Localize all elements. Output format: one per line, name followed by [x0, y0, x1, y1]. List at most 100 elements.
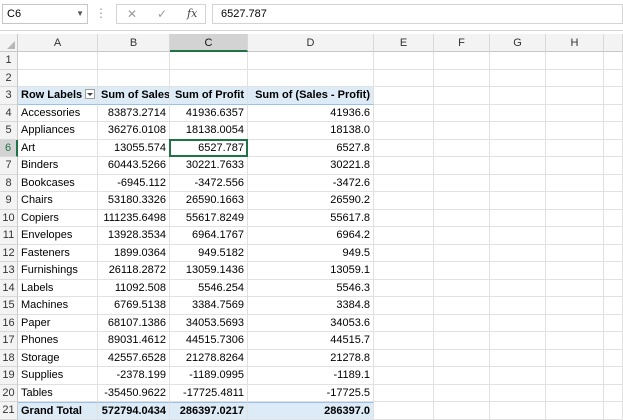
pivot-row-label[interactable]: Binders	[18, 157, 98, 175]
grid-cell[interactable]	[434, 349, 490, 367]
column-header-e[interactable]: E	[374, 34, 434, 52]
grid-cell[interactable]	[490, 157, 546, 175]
grid-cell[interactable]	[374, 297, 434, 315]
pivot-value-cell[interactable]: 41936.6	[248, 104, 374, 122]
row-header[interactable]: 7	[0, 157, 18, 175]
pivot-row-label[interactable]: Copiers	[18, 209, 98, 227]
confirm-icon[interactable]: ✓	[157, 5, 167, 23]
formula-input[interactable]: 6527.787	[212, 4, 623, 24]
pivot-value-cell[interactable]: 13059.1	[248, 262, 374, 280]
grid-cell[interactable]	[374, 157, 434, 175]
row-header[interactable]: 13	[0, 262, 18, 280]
pivot-value-cell[interactable]: 36276.0108	[98, 122, 170, 140]
grid-cell[interactable]	[604, 139, 623, 157]
pivot-value-cell[interactable]: 6527.787	[170, 139, 248, 157]
cancel-icon[interactable]: ✕	[127, 5, 137, 23]
pivot-value-cell[interactable]: -2378.199	[98, 367, 170, 385]
grid-cell[interactable]	[546, 349, 604, 367]
grid-cell[interactable]	[490, 174, 546, 192]
pivot-value-cell[interactable]: -17725.5	[248, 384, 374, 402]
grid-cell[interactable]	[490, 192, 546, 210]
grid-cell[interactable]	[604, 87, 623, 105]
grid-cell[interactable]	[434, 139, 490, 157]
grid-cell[interactable]	[374, 332, 434, 350]
pivot-value-cell[interactable]: -35450.9622	[98, 384, 170, 402]
pivot-value-cell[interactable]: 3384.8	[248, 297, 374, 315]
grid-cell[interactable]	[374, 104, 434, 122]
grid-cell[interactable]	[170, 52, 248, 70]
grid-cell[interactable]	[434, 227, 490, 245]
grid-cell[interactable]	[434, 279, 490, 297]
grid-cell[interactable]	[434, 209, 490, 227]
name-box[interactable]: C6 ▼	[2, 4, 88, 24]
grid-cell[interactable]	[490, 402, 546, 420]
grid-cell[interactable]	[546, 122, 604, 140]
pivot-row-label[interactable]: Envelopes	[18, 227, 98, 245]
grid-cell[interactable]	[546, 52, 604, 70]
row-header[interactable]: 12	[0, 244, 18, 262]
grid-cell[interactable]	[490, 104, 546, 122]
row-header[interactable]: 17	[0, 332, 18, 350]
pivot-value-cell[interactable]: 68107.1386	[98, 314, 170, 332]
grid-cell[interactable]	[490, 87, 546, 105]
pivot-value-cell[interactable]: -1189.0995	[170, 367, 248, 385]
pivot-value-cell[interactable]: 60443.5266	[98, 157, 170, 175]
pivot-row-label[interactable]: Bookcases	[18, 174, 98, 192]
grid-cell[interactable]	[546, 262, 604, 280]
grid-cell[interactable]	[546, 209, 604, 227]
row-header[interactable]: 10	[0, 209, 18, 227]
grid-cell[interactable]	[546, 139, 604, 157]
grid-cell[interactable]	[490, 297, 546, 315]
grid-cell[interactable]	[546, 367, 604, 385]
grid-cell[interactable]	[374, 384, 434, 402]
pivot-value-cell[interactable]: 21278.8264	[170, 349, 248, 367]
grid-cell[interactable]	[604, 52, 623, 70]
pivot-value-cell[interactable]: 42557.6528	[98, 349, 170, 367]
column-header-b[interactable]: B	[98, 34, 170, 52]
pivot-value-cell[interactable]: 55617.8249	[170, 209, 248, 227]
pivot-value-cell[interactable]: 30221.7633	[170, 157, 248, 175]
grid-cell[interactable]	[490, 52, 546, 70]
grid-cell[interactable]	[374, 244, 434, 262]
grid-cell[interactable]	[434, 384, 490, 402]
grid-cell[interactable]	[490, 139, 546, 157]
grid-cell[interactable]	[490, 314, 546, 332]
grid-cell[interactable]	[490, 332, 546, 350]
row-header[interactable]: 15	[0, 297, 18, 315]
pivot-value-cell[interactable]: 41936.6357	[170, 104, 248, 122]
grid-cell[interactable]	[604, 314, 623, 332]
chevron-down-icon[interactable]: ▼	[76, 5, 84, 23]
grid-cell[interactable]	[434, 157, 490, 175]
pivot-value-cell[interactable]: 26118.2872	[98, 262, 170, 280]
grid-cell[interactable]	[490, 349, 546, 367]
grid-cell[interactable]	[434, 244, 490, 262]
pivot-row-label[interactable]: Supplies	[18, 367, 98, 385]
grid-cell[interactable]	[546, 402, 604, 420]
row-header[interactable]: 8	[0, 174, 18, 192]
grid-cell[interactable]	[546, 157, 604, 175]
pivot-value-cell[interactable]: 6964.2	[248, 227, 374, 245]
pivot-row-label[interactable]: Storage	[18, 349, 98, 367]
pivot-value-cell[interactable]: -6945.112	[98, 174, 170, 192]
grid-cell[interactable]	[374, 402, 434, 420]
grid-cell[interactable]	[434, 87, 490, 105]
grid-cell[interactable]	[546, 174, 604, 192]
pivot-value-cell[interactable]: 6964.1767	[170, 227, 248, 245]
pivot-row-label[interactable]: Appliances	[18, 122, 98, 140]
grid-cell[interactable]	[490, 384, 546, 402]
grid-cell[interactable]	[546, 314, 604, 332]
grid-cell[interactable]	[374, 349, 434, 367]
grid-cell[interactable]	[374, 227, 434, 245]
grid-cell[interactable]	[374, 174, 434, 192]
grid-cell[interactable]	[434, 367, 490, 385]
grid-cell[interactable]	[434, 69, 490, 87]
grid-cell[interactable]	[490, 262, 546, 280]
pivot-row-label[interactable]: Paper	[18, 314, 98, 332]
grid-cell[interactable]	[604, 332, 623, 350]
column-header-f[interactable]: F	[434, 34, 490, 52]
grid-cell[interactable]	[170, 69, 248, 87]
grid-cell[interactable]	[546, 87, 604, 105]
pivot-value-cell[interactable]: 13055.574	[98, 139, 170, 157]
row-header[interactable]: 9	[0, 192, 18, 210]
pivot-value-cell[interactable]: 18138.0054	[170, 122, 248, 140]
